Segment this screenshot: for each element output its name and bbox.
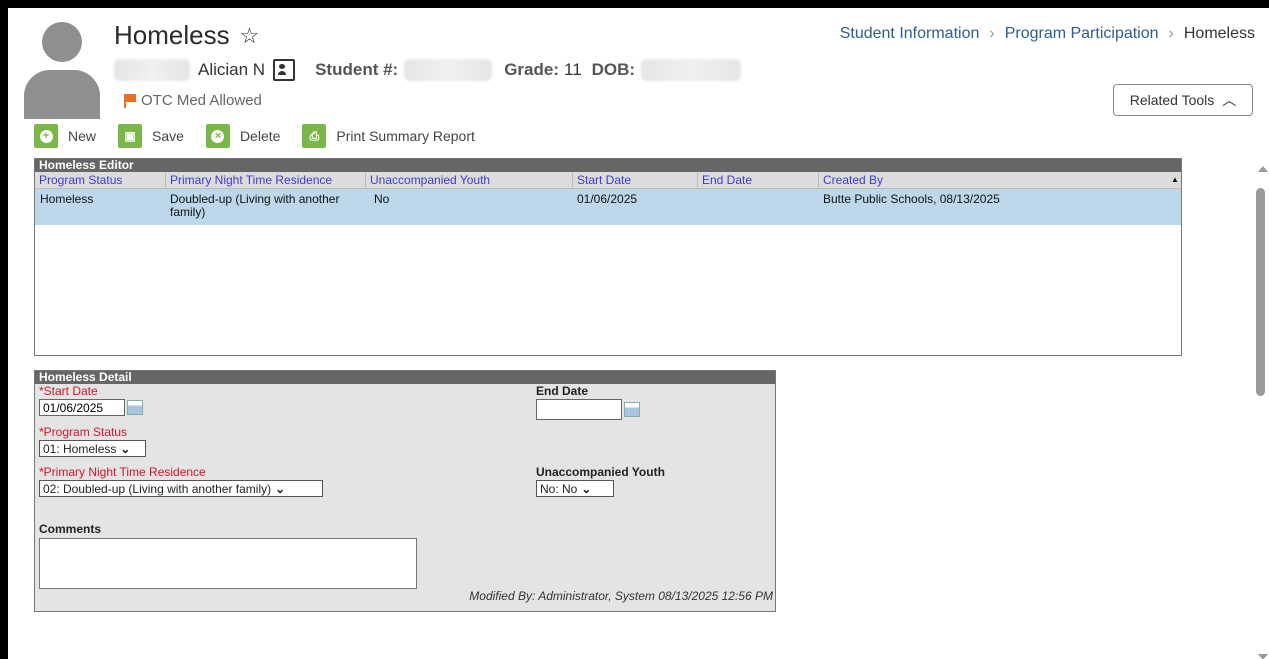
chevron-right-icon: › bbox=[989, 25, 995, 42]
toolbar: + New ▣ Save × Delete ⎙ Print Summary Re… bbox=[34, 124, 475, 148]
dob-label: DOB: bbox=[591, 60, 636, 79]
program-status-label: *Program Status bbox=[39, 425, 128, 439]
row-created-by: Butte Public Schools, 08/13/2025 bbox=[823, 192, 1000, 206]
flag-indicator[interactable]: OTC Med Allowed bbox=[124, 92, 262, 109]
editor-column-headers: Program Status Primary Night Time Reside… bbox=[35, 172, 1181, 189]
start-date-input[interactable] bbox=[39, 399, 125, 416]
calendar-icon[interactable] bbox=[624, 402, 640, 417]
unaccompanied-value: No: No bbox=[540, 481, 578, 496]
delete-circle-icon: × bbox=[205, 124, 230, 148]
program-status-field: *Program Status 01: Homeless ⌄ bbox=[39, 425, 146, 457]
col-created-by[interactable]: Created By bbox=[818, 173, 883, 187]
print-label: Print Summary Report bbox=[336, 128, 475, 144]
breadcrumb-current: Homeless bbox=[1183, 25, 1255, 42]
new-button[interactable]: + New bbox=[34, 124, 96, 148]
student-number-label: Student #: bbox=[315, 60, 399, 79]
plus-circle-icon: + bbox=[34, 124, 58, 148]
homeless-editor: Homeless Editor Program Status Primary N… bbox=[34, 158, 1182, 356]
scroll-down-icon[interactable] bbox=[1258, 654, 1268, 659]
row-residence: Doubled-up (Living with another family) bbox=[170, 192, 340, 219]
start-date-field: *Start Date bbox=[39, 384, 143, 416]
related-tools-button[interactable]: Related Tools ︿ bbox=[1113, 84, 1253, 116]
page-title: Homeless ☆ bbox=[114, 20, 259, 51]
print-icon: ⎙ bbox=[302, 124, 327, 148]
residence-select[interactable]: 02: Doubled-up (Living with another fami… bbox=[39, 480, 323, 497]
redacted-last-name bbox=[114, 59, 190, 81]
grade-value: 11 bbox=[564, 60, 582, 79]
row-unaccompanied: No bbox=[374, 192, 390, 206]
unaccompanied-label: Unaccompanied Youth bbox=[536, 465, 665, 479]
breadcrumb-program-participation[interactable]: Program Participation bbox=[1005, 25, 1159, 43]
student-name: Alician N bbox=[198, 60, 266, 79]
residence-value: 02: Doubled-up (Living with another fami… bbox=[43, 481, 272, 496]
unaccompanied-field: Unaccompanied Youth No: No ⌄ bbox=[536, 465, 665, 497]
chevron-down-icon: ⌄ bbox=[120, 441, 131, 456]
page-frame: Homeless ☆ Student Information › Program… bbox=[8, 8, 1269, 659]
breadcrumb: Student Information › Program Participat… bbox=[840, 25, 1255, 43]
col-unaccompanied[interactable]: Unaccompanied Youth bbox=[365, 173, 490, 187]
avatar-head bbox=[42, 22, 82, 62]
flag-text: OTC Med Allowed bbox=[141, 92, 262, 109]
detail-title: Homeless Detail bbox=[35, 371, 775, 384]
residence-label: *Primary Night Time Residence bbox=[39, 465, 206, 479]
student-summary: Alician N Student #: Grade: 11 DOB: bbox=[114, 59, 742, 81]
save-icon: ▣ bbox=[118, 124, 143, 148]
end-date-input[interactable] bbox=[536, 399, 622, 420]
save-button[interactable]: ▣ Save bbox=[118, 124, 184, 148]
row-program-status: Homeless bbox=[40, 192, 94, 206]
modified-by: Modified By: Administrator, System 08/13… bbox=[469, 589, 773, 603]
chevron-down-icon: ⌄ bbox=[581, 481, 592, 496]
breadcrumb-student-information[interactable]: Student Information bbox=[840, 25, 980, 43]
end-date-field: End Date bbox=[536, 384, 640, 420]
delete-label: Delete bbox=[239, 128, 281, 144]
program-status-value: 01: Homeless bbox=[43, 441, 117, 456]
redacted-student-number bbox=[404, 59, 493, 81]
print-summary-button[interactable]: ⎙ Print Summary Report bbox=[302, 124, 475, 148]
chevron-down-icon: ⌄ bbox=[275, 481, 286, 496]
comments-label: Comments bbox=[39, 522, 102, 536]
scroll-up-icon[interactable] bbox=[1258, 166, 1268, 172]
avatar-body bbox=[24, 70, 100, 119]
avatar bbox=[24, 22, 100, 119]
chevron-right-icon: › bbox=[1168, 25, 1174, 42]
grade-label: Grade: bbox=[504, 60, 559, 79]
col-residence[interactable]: Primary Night Time Residence bbox=[165, 173, 332, 187]
related-tools-label: Related Tools bbox=[1129, 92, 1215, 108]
editor-title: Homeless Editor bbox=[35, 159, 1181, 172]
star-icon[interactable]: ☆ bbox=[240, 23, 260, 49]
page-title-text: Homeless bbox=[114, 20, 230, 50]
residence-field: *Primary Night Time Residence 02: Double… bbox=[39, 465, 323, 497]
col-start-date[interactable]: Start Date bbox=[572, 173, 631, 187]
scrollbar[interactable] bbox=[1253, 166, 1269, 659]
chevron-up-icon: ︿ bbox=[1222, 92, 1237, 108]
col-program-status[interactable]: Program Status bbox=[39, 173, 122, 187]
row-start-date: 01/06/2025 bbox=[577, 192, 638, 206]
flag-icon bbox=[124, 94, 136, 108]
end-date-label: End Date bbox=[536, 384, 589, 398]
sort-ascending-icon: ▲ bbox=[1171, 175, 1179, 184]
start-date-label: *Start Date bbox=[39, 384, 98, 398]
contact-card-icon[interactable] bbox=[273, 59, 296, 81]
col-end-date[interactable]: End Date bbox=[697, 173, 752, 187]
new-label: New bbox=[68, 128, 97, 144]
scroll-thumb[interactable] bbox=[1256, 188, 1265, 396]
comments-textarea[interactable] bbox=[39, 538, 417, 589]
redacted-dob bbox=[641, 59, 742, 81]
save-label: Save bbox=[152, 128, 184, 144]
delete-button[interactable]: × Delete bbox=[205, 124, 281, 148]
unaccompanied-select[interactable]: No: No ⌄ bbox=[536, 480, 614, 497]
homeless-detail: Homeless Detail *Start Date End Date *Pr… bbox=[34, 370, 776, 612]
program-status-select[interactable]: 01: Homeless ⌄ bbox=[39, 440, 146, 457]
comments-field: Comments bbox=[39, 522, 417, 589]
calendar-icon[interactable] bbox=[127, 400, 143, 415]
table-row[interactable]: Homeless Doubled-up (Living with another… bbox=[35, 189, 1181, 225]
